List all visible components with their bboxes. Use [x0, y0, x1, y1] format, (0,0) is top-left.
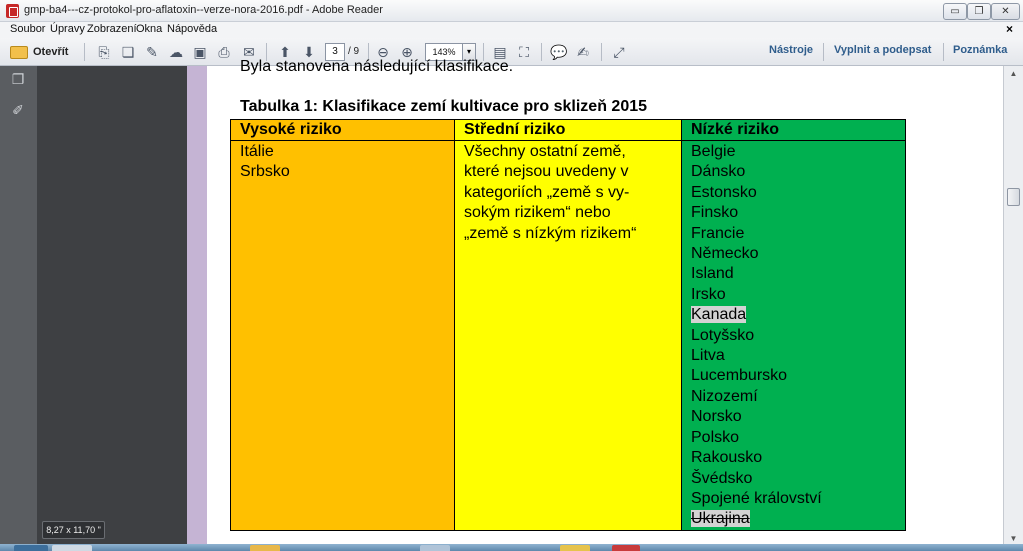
- combine-files-icon[interactable]: ❏: [118, 42, 138, 62]
- menu-soubor[interactable]: Soubor: [10, 23, 45, 35]
- window-title: gmp-ba4---cz-protokol-pro-aflatoxin--ver…: [24, 4, 383, 16]
- minimize-button[interactable]: ▭: [943, 3, 967, 20]
- document-viewport[interactable]: Byla stanovena následující klasifikace. …: [37, 58, 1023, 548]
- close-document-button[interactable]: ×: [1006, 22, 1013, 36]
- cell-medium-risk: Všechny ostatní země, které nejsou uveden…: [454, 140, 682, 531]
- menu-upravy[interactable]: Úpravy: [50, 23, 85, 35]
- taskbar: [0, 544, 1023, 551]
- list-item: Litva: [691, 347, 725, 365]
- cell-high-risk: Itálie Srbsko: [230, 140, 455, 531]
- page-margin-strip: [187, 66, 207, 548]
- list-item: Kanada: [691, 306, 747, 324]
- list-item: Itálie: [240, 143, 274, 160]
- toolbar-separator: [943, 43, 944, 61]
- toolbar-separator: [541, 43, 542, 61]
- folder-icon: [10, 45, 28, 59]
- menu-napoveda[interactable]: Nápověda: [167, 23, 217, 35]
- list-item: Švédsko: [691, 469, 753, 487]
- header-low-risk: Nízké riziko: [681, 119, 906, 141]
- list-item: Německo: [691, 245, 759, 263]
- vertical-scrollbar[interactable]: ▲ ▼: [1003, 66, 1023, 548]
- list-item: Všechny ostatní země,: [464, 143, 626, 160]
- preceding-text-line: Byla stanovena následující klasifikace.: [240, 58, 514, 75]
- list-item: Rakousko: [691, 449, 763, 467]
- list-item: Belgie: [691, 143, 736, 160]
- list-item: Srbsko: [240, 163, 290, 181]
- comment-pane-button[interactable]: Poznámka: [953, 44, 1007, 56]
- list-item: Spojené království: [691, 489, 822, 507]
- comment-icon[interactable]: 💬: [549, 42, 569, 62]
- table-row: Itálie Srbsko Všechny ostatní země, které …: [230, 140, 906, 531]
- toolbar-separator: [84, 43, 85, 61]
- restore-button[interactable]: ❐: [967, 3, 991, 20]
- list-item: Francie: [691, 224, 745, 242]
- list-item: Norsko: [691, 408, 742, 426]
- list-item: Irsko: [691, 285, 726, 303]
- table-header-row: Vysoké riziko Střední riziko Nízké rizik…: [230, 119, 906, 141]
- list-item: Polsko: [691, 428, 740, 446]
- list-item: Island: [691, 265, 734, 283]
- fill-sign-pane-button[interactable]: Vyplnit a podepsat: [834, 44, 931, 56]
- attachments-icon[interactable]: ✐: [10, 102, 26, 120]
- highlight-icon[interactable]: ✍: [573, 42, 593, 62]
- list-item: Lucembursko: [691, 367, 788, 385]
- toolbar-separator: [601, 43, 602, 61]
- taskbar-item[interactable]: [612, 545, 640, 551]
- pdf-page: Byla stanovena následující klasifikace. …: [187, 58, 1023, 548]
- print-icon[interactable]: ⎙: [214, 42, 234, 62]
- list-item: Nizozemí: [691, 387, 758, 405]
- toolbar-separator: [823, 43, 824, 61]
- taskbar-item[interactable]: [560, 545, 590, 551]
- page-thumbnails-icon[interactable]: ❐: [10, 71, 26, 89]
- create-pdf-icon[interactable]: ⎘: [94, 42, 114, 62]
- list-item: Dánsko: [691, 163, 746, 181]
- taskbar-item[interactable]: [420, 545, 450, 551]
- list-item: Estonsko: [691, 183, 757, 201]
- expand-icon[interactable]: ⤢: [609, 42, 629, 62]
- edit-icon[interactable]: ✎: [142, 42, 162, 62]
- list-item: sokým rizikem“ nebo: [464, 204, 611, 222]
- list-item: Ukrajina: [691, 510, 750, 528]
- fit-width-icon[interactable]: ⛶: [514, 42, 534, 62]
- start-button[interactable]: [14, 545, 48, 551]
- adobe-reader-icon: [6, 4, 19, 18]
- page-size-indicator: 8,27 x 11,70 ": [42, 521, 105, 539]
- close-window-button[interactable]: ✕: [991, 3, 1020, 20]
- scroll-down-icon[interactable]: ▼: [1008, 534, 1019, 543]
- list-item: které nejsou uvedeny v: [464, 163, 629, 181]
- menu-zobrazeni[interactable]: Zobrazení: [87, 23, 137, 35]
- save-icon[interactable]: ▣: [190, 42, 210, 62]
- cell-low-risk: Belgie Dánsko Estonsko Finsko Francie Německo…: [681, 140, 906, 531]
- list-item: „země s nízkým rizikem“: [464, 224, 637, 242]
- tools-pane-button[interactable]: Nástroje: [769, 44, 813, 56]
- navigation-panel: ❐ ✐: [0, 66, 37, 551]
- scroll-up-icon[interactable]: ▲: [1008, 69, 1019, 78]
- header-high-risk: Vysoké riziko: [230, 119, 455, 141]
- menu-okna[interactable]: Okna: [136, 23, 162, 35]
- window-title-bar: gmp-ba4---cz-protokol-pro-aflatoxin--ver…: [0, 0, 1023, 22]
- header-medium-risk: Střední riziko: [454, 119, 682, 141]
- page-total: / 9: [348, 46, 360, 57]
- cloud-upload-icon[interactable]: ☁: [166, 42, 186, 62]
- taskbar-item[interactable]: [52, 545, 92, 551]
- risk-classification-table: Vysoké riziko Střední riziko Nízké rizik…: [230, 119, 906, 531]
- list-item: Lotyšsko: [691, 326, 755, 344]
- scrollbar-thumb[interactable]: [1007, 188, 1020, 206]
- list-item: Finsko: [691, 204, 739, 222]
- open-button-label: Otevřít: [33, 46, 69, 58]
- list-item: kategoriích „země s vy-: [464, 183, 630, 201]
- table-caption: Tabulka 1: Klasifikace zemí kultivace pr…: [240, 98, 648, 115]
- menu-bar: Soubor Úpravy Zobrazení Okna Nápověda ×: [0, 22, 1023, 38]
- taskbar-item[interactable]: [250, 545, 280, 551]
- open-button[interactable]: Otevřít: [10, 42, 68, 62]
